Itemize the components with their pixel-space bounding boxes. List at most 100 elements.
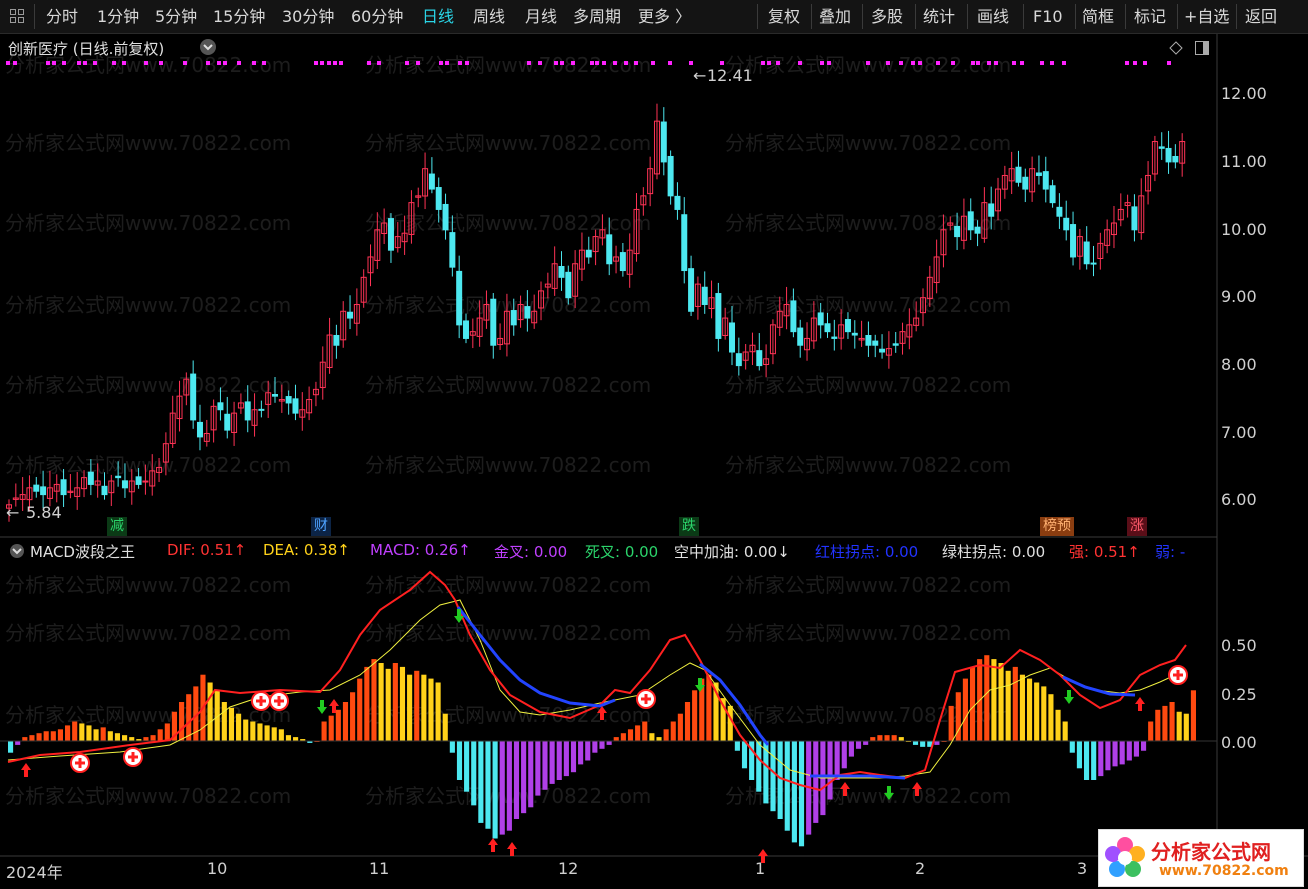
candle-body: [1165, 147, 1172, 163]
macd-bar: [863, 741, 869, 745]
macd-bar: [278, 729, 284, 741]
signal-dot: [183, 61, 187, 65]
indicator-name[interactable]: MACD波段之王: [30, 541, 135, 562]
signal-dot: [77, 61, 81, 65]
panel-toggle-icon[interactable]: [1194, 40, 1210, 56]
macd-bar: [1083, 741, 1090, 780]
candle-body: [824, 323, 831, 333]
macd-bar: [777, 741, 783, 819]
watermark-text: 分析家公式网www.70822.com: [365, 131, 651, 155]
macd-bar: [827, 741, 833, 800]
date-label-nov: 11: [369, 859, 390, 878]
macd-bar: [50, 731, 56, 741]
macd-bar: [86, 725, 92, 741]
signal-dot: [333, 61, 337, 65]
macd-bar: [1105, 741, 1111, 771]
candle-body: [797, 327, 804, 346]
candle-body: [1070, 224, 1077, 258]
candle-body: [462, 320, 469, 339]
macd-bar: [656, 737, 662, 741]
macd-bar: [912, 741, 919, 745]
candle-body: [87, 471, 94, 485]
event-badge-reduce[interactable]: 减: [107, 517, 127, 536]
macd-bar: [65, 725, 71, 741]
stock-title: 创新医疗 (日线.前复权): [8, 40, 165, 58]
title-dropdown-icon[interactable]: [199, 38, 217, 56]
signal-dot: [52, 61, 56, 65]
watermark-text: 分析家公式网www.70822.com: [725, 131, 1011, 155]
macd-bar: [357, 678, 363, 741]
macd-bar: [521, 741, 527, 814]
stock-chart[interactable]: 分析家公式网www.70822.com 分析家公式网www.70822.com 分析…: [0, 0, 1308, 889]
macd-bar: [592, 741, 598, 753]
macd-bar: [478, 741, 484, 823]
event-badge-rise[interactable]: 涨: [1127, 517, 1147, 536]
candle-body: [121, 480, 128, 489]
legend-macd: MACD: 0.26↑: [370, 541, 471, 559]
signal-dot: [976, 61, 980, 65]
macd-bar: [107, 731, 113, 741]
macd-bar: [756, 741, 762, 792]
macd-bar: [791, 741, 797, 843]
price-tick: 11.00: [1221, 152, 1267, 171]
macd-bar: [271, 727, 277, 741]
signal-dot: [327, 61, 331, 65]
watermark-text: 分析家公式网www.70822.com: [725, 703, 1011, 727]
signal-dot: [886, 61, 890, 65]
signal-dot: [1133, 61, 1137, 65]
macd-bar: [1162, 705, 1168, 741]
macd-bar: [15, 741, 21, 745]
event-badge-fall[interactable]: 跌: [679, 517, 699, 536]
macd-bar: [1026, 678, 1033, 741]
signal-dot: [918, 61, 922, 65]
candle-body: [1063, 217, 1070, 231]
high-price-value: 12.41: [707, 66, 753, 85]
event-badge-finance[interactable]: 财: [311, 517, 331, 536]
diamond-icon[interactable]: [1168, 40, 1184, 56]
candle-body: [347, 311, 354, 319]
candle-body: [272, 394, 279, 397]
event-badge-forecast[interactable]: 榜预: [1040, 517, 1074, 536]
macd-bar: [570, 741, 577, 773]
signal-dot: [761, 61, 765, 65]
macd-bar: [834, 741, 840, 780]
candle-body: [585, 249, 592, 258]
macd-bar: [741, 741, 748, 769]
date-label-mar: 3: [1077, 859, 1088, 878]
macd-bar: [513, 741, 520, 819]
candle-body: [217, 402, 224, 411]
macd-bar: [414, 670, 420, 741]
watermark-text: 分析家公式网www.70822.com: [725, 453, 1011, 477]
macd-bar: [1076, 741, 1082, 769]
macd-bar: [528, 741, 534, 808]
macd-bar: [535, 741, 541, 796]
macd-bar: [1069, 741, 1075, 753]
price-tick: 6.00: [1221, 490, 1257, 509]
macd-bar: [164, 723, 170, 741]
macd-histogram: [0, 655, 1217, 847]
signal-dot: [314, 61, 318, 65]
macd-bar: [1019, 674, 1025, 741]
candle-body: [667, 155, 674, 197]
watermark-text: 分析家公式网www.70822.com: [5, 573, 291, 597]
macd-bar: [998, 663, 1004, 741]
macd-bar: [100, 727, 106, 741]
candle-body: [435, 187, 442, 210]
signal-dot: [458, 61, 462, 65]
candle-body: [1056, 206, 1063, 217]
signal-dot: [159, 61, 163, 65]
macd-bar: [228, 707, 235, 741]
candle-body: [1035, 172, 1042, 176]
candle-body: [619, 252, 626, 272]
candle-body: [40, 486, 47, 496]
macd-bar: [93, 729, 99, 741]
macd-bar: [1098, 741, 1104, 777]
indicator-dropdown-icon[interactable]: [9, 543, 25, 559]
macd-bar: [1155, 709, 1161, 741]
candle-body: [844, 319, 851, 333]
watermark-text: 分析家公式网www.70822.com: [365, 573, 651, 597]
macd-bar: [485, 741, 491, 829]
macd-bar: [677, 713, 683, 741]
macd-bar: [1048, 694, 1054, 741]
macd-bar: [620, 733, 626, 741]
